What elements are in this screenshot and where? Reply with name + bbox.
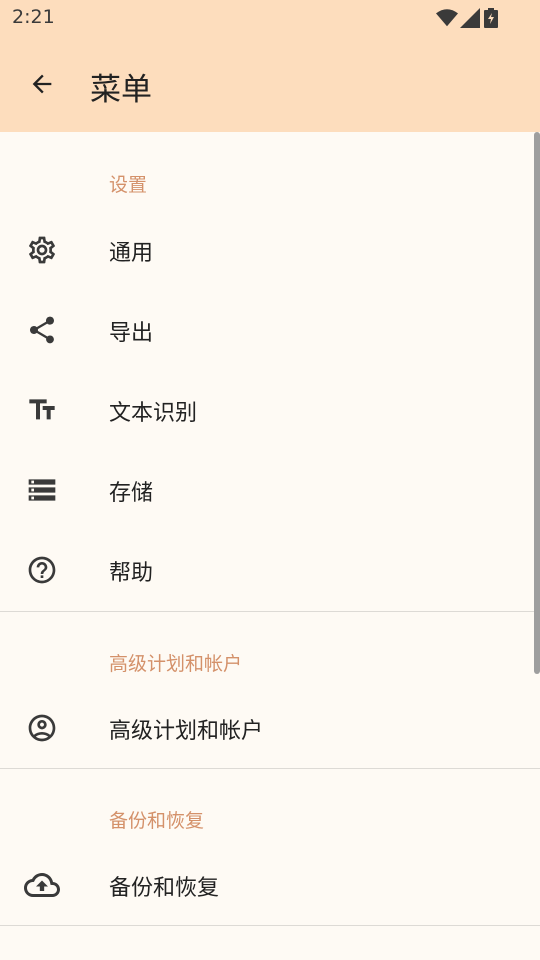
menu-item-label: 导出 [109,321,154,346]
section-header-premium: 高级计划和帐户 [109,653,243,675]
menu-item-storage[interactable]: 存储 [0,450,540,530]
section-header-backup: 备份和恢复 [109,810,205,832]
divider [0,768,540,769]
arrow-back-icon [32,74,52,94]
menu-item-help[interactable]: 帮助 [0,530,540,610]
scrollbar[interactable] [534,132,540,674]
menu-item-general[interactable]: 通用 [0,210,540,290]
cloud-upload-icon [22,865,62,905]
storage-icon [22,470,62,510]
divider [0,611,540,612]
battery-icon [484,8,498,28]
section-header-settings: 设置 [109,174,148,196]
gear-icon [22,230,62,270]
app-bar: 菜单 [0,36,540,132]
page-title: 菜单 [90,72,152,108]
text-fields-icon [22,390,62,430]
status-time: 2:21 [12,6,55,28]
menu-item-label: 帮助 [109,561,154,586]
system-icons [436,8,500,28]
back-button[interactable] [20,62,64,106]
menu-item-label: 存储 [109,481,154,506]
menu-item-label: 通用 [109,241,154,266]
account-circle-icon [22,708,62,748]
menu-item-premium[interactable]: 高级计划和帐户 [0,688,540,768]
menu-list: 设置 通用 导出 文本识别 存储 帮助 高级计划和帐户 高级计划和帐户 备份和恢… [0,132,540,960]
menu-item-label: 备份和恢复 [109,876,220,901]
share-icon [22,310,62,350]
help-icon [22,550,62,590]
status-bar: 2:21 [0,0,540,36]
menu-item-label: 文本识别 [109,401,198,426]
menu-item-export[interactable]: 导出 [0,290,540,370]
menu-item-label: 高级计划和帐户 [109,719,264,744]
divider [0,925,540,926]
menu-item-backup[interactable]: 备份和恢复 [0,845,540,925]
wifi-icon [436,9,458,27]
menu-item-text-recognition[interactable]: 文本识别 [0,370,540,450]
signal-icon [460,8,480,28]
